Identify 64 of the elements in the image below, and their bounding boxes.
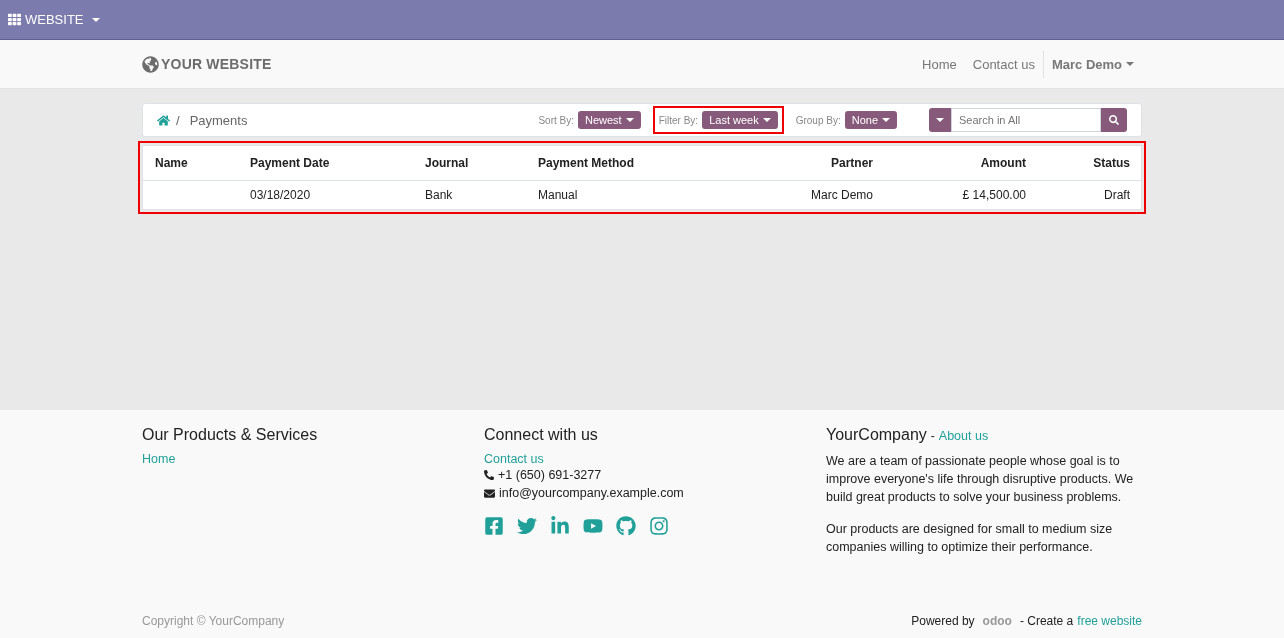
footer-link[interactable]: Contact us bbox=[484, 452, 544, 466]
search-button[interactable] bbox=[1101, 108, 1127, 132]
caret-icon bbox=[936, 118, 944, 122]
home-icon[interactable] bbox=[157, 113, 170, 127]
email-address: info@yourcompany.example.com bbox=[499, 485, 684, 502]
search-icon bbox=[1109, 115, 1119, 125]
globe-icon bbox=[142, 55, 159, 73]
phone-icon bbox=[484, 470, 494, 480]
twitter-icon[interactable] bbox=[517, 516, 537, 536]
separator: - bbox=[930, 429, 935, 443]
column-header: Partner bbox=[829, 156, 873, 170]
facebook-icon[interactable] bbox=[484, 516, 504, 536]
table-cell-text: Bank bbox=[425, 188, 454, 202]
logo[interactable]: YOUR WEBSITE bbox=[142, 55, 272, 73]
column-header: Journal bbox=[425, 156, 470, 170]
footer-heading: YourCompany bbox=[826, 426, 927, 444]
linkedin-icon[interactable] bbox=[550, 516, 570, 536]
website-menu[interactable]: WEBSITE bbox=[8, 12, 100, 27]
user-menu[interactable]: Marc Demo bbox=[1042, 50, 1142, 78]
table-cell-text: Marc Demo bbox=[810, 188, 873, 202]
column-header: Payment Date bbox=[250, 156, 331, 170]
table-cell-text: 03/18/2020 bbox=[250, 188, 312, 202]
table-cell-text: Draft bbox=[1103, 188, 1130, 202]
column-header: Amount bbox=[979, 156, 1026, 170]
instagram-icon[interactable] bbox=[649, 516, 669, 536]
dropdown-button[interactable]: Newest bbox=[578, 111, 641, 129]
control-label: Group By: bbox=[795, 114, 841, 126]
footer-link[interactable]: Home bbox=[142, 452, 176, 466]
caret-icon bbox=[91, 17, 100, 22]
column-header: Payment Method bbox=[538, 156, 635, 170]
free-website-link[interactable]: free website bbox=[1077, 614, 1142, 628]
create-text: - Create a bbox=[1019, 614, 1074, 628]
about-link[interactable]: About us bbox=[938, 429, 989, 443]
nav-link[interactable]: Home bbox=[914, 56, 965, 72]
search-filter-dropdown[interactable] bbox=[929, 108, 951, 132]
caret-icon bbox=[625, 118, 634, 122]
footer-heading: Our Products & Services bbox=[142, 426, 318, 444]
control-label: Filter By: bbox=[658, 114, 699, 126]
table-cell-text: Manual bbox=[538, 188, 579, 202]
grid-icon bbox=[8, 13, 21, 26]
brand-logo[interactable]: odoo bbox=[982, 614, 1012, 628]
logo-text: YOUR WEBSITE bbox=[161, 56, 272, 72]
caret-icon bbox=[882, 118, 890, 122]
nav-link[interactable]: Contact us bbox=[964, 56, 1043, 72]
breadcrumb-separator: / bbox=[176, 112, 180, 128]
youtube-icon[interactable] bbox=[583, 516, 603, 536]
copyright: Copyright © YourCompany bbox=[142, 614, 285, 628]
column-header: Status bbox=[1092, 156, 1130, 170]
table-cell-text: £ 14,500.00 bbox=[961, 188, 1026, 202]
dropdown-button[interactable]: Last week bbox=[702, 111, 778, 129]
about-paragraph: We are a team of passionate people whose goal is to improve everyone's life through disruptive products. We build great products to solve your business problems. bbox=[826, 453, 1135, 506]
breadcrumb-current: Payments bbox=[189, 112, 248, 128]
envelope-icon bbox=[484, 487, 495, 499]
phone-number: +1 (650) 691-3277 bbox=[498, 467, 602, 484]
column-header: Name bbox=[155, 156, 189, 170]
github-icon[interactable] bbox=[616, 516, 636, 536]
powered-by: Powered by bbox=[911, 614, 975, 628]
about-paragraph: Our products are designed for small to medium size companies willing to optimize their performance. bbox=[826, 521, 1114, 556]
search-field[interactable]: Search in All bbox=[951, 108, 1101, 132]
control-label: Sort By: bbox=[538, 114, 574, 126]
dropdown-button[interactable]: None bbox=[844, 111, 897, 129]
caret-icon bbox=[1126, 62, 1134, 66]
footer-heading: Connect with us bbox=[484, 426, 598, 444]
caret-icon bbox=[762, 118, 771, 122]
